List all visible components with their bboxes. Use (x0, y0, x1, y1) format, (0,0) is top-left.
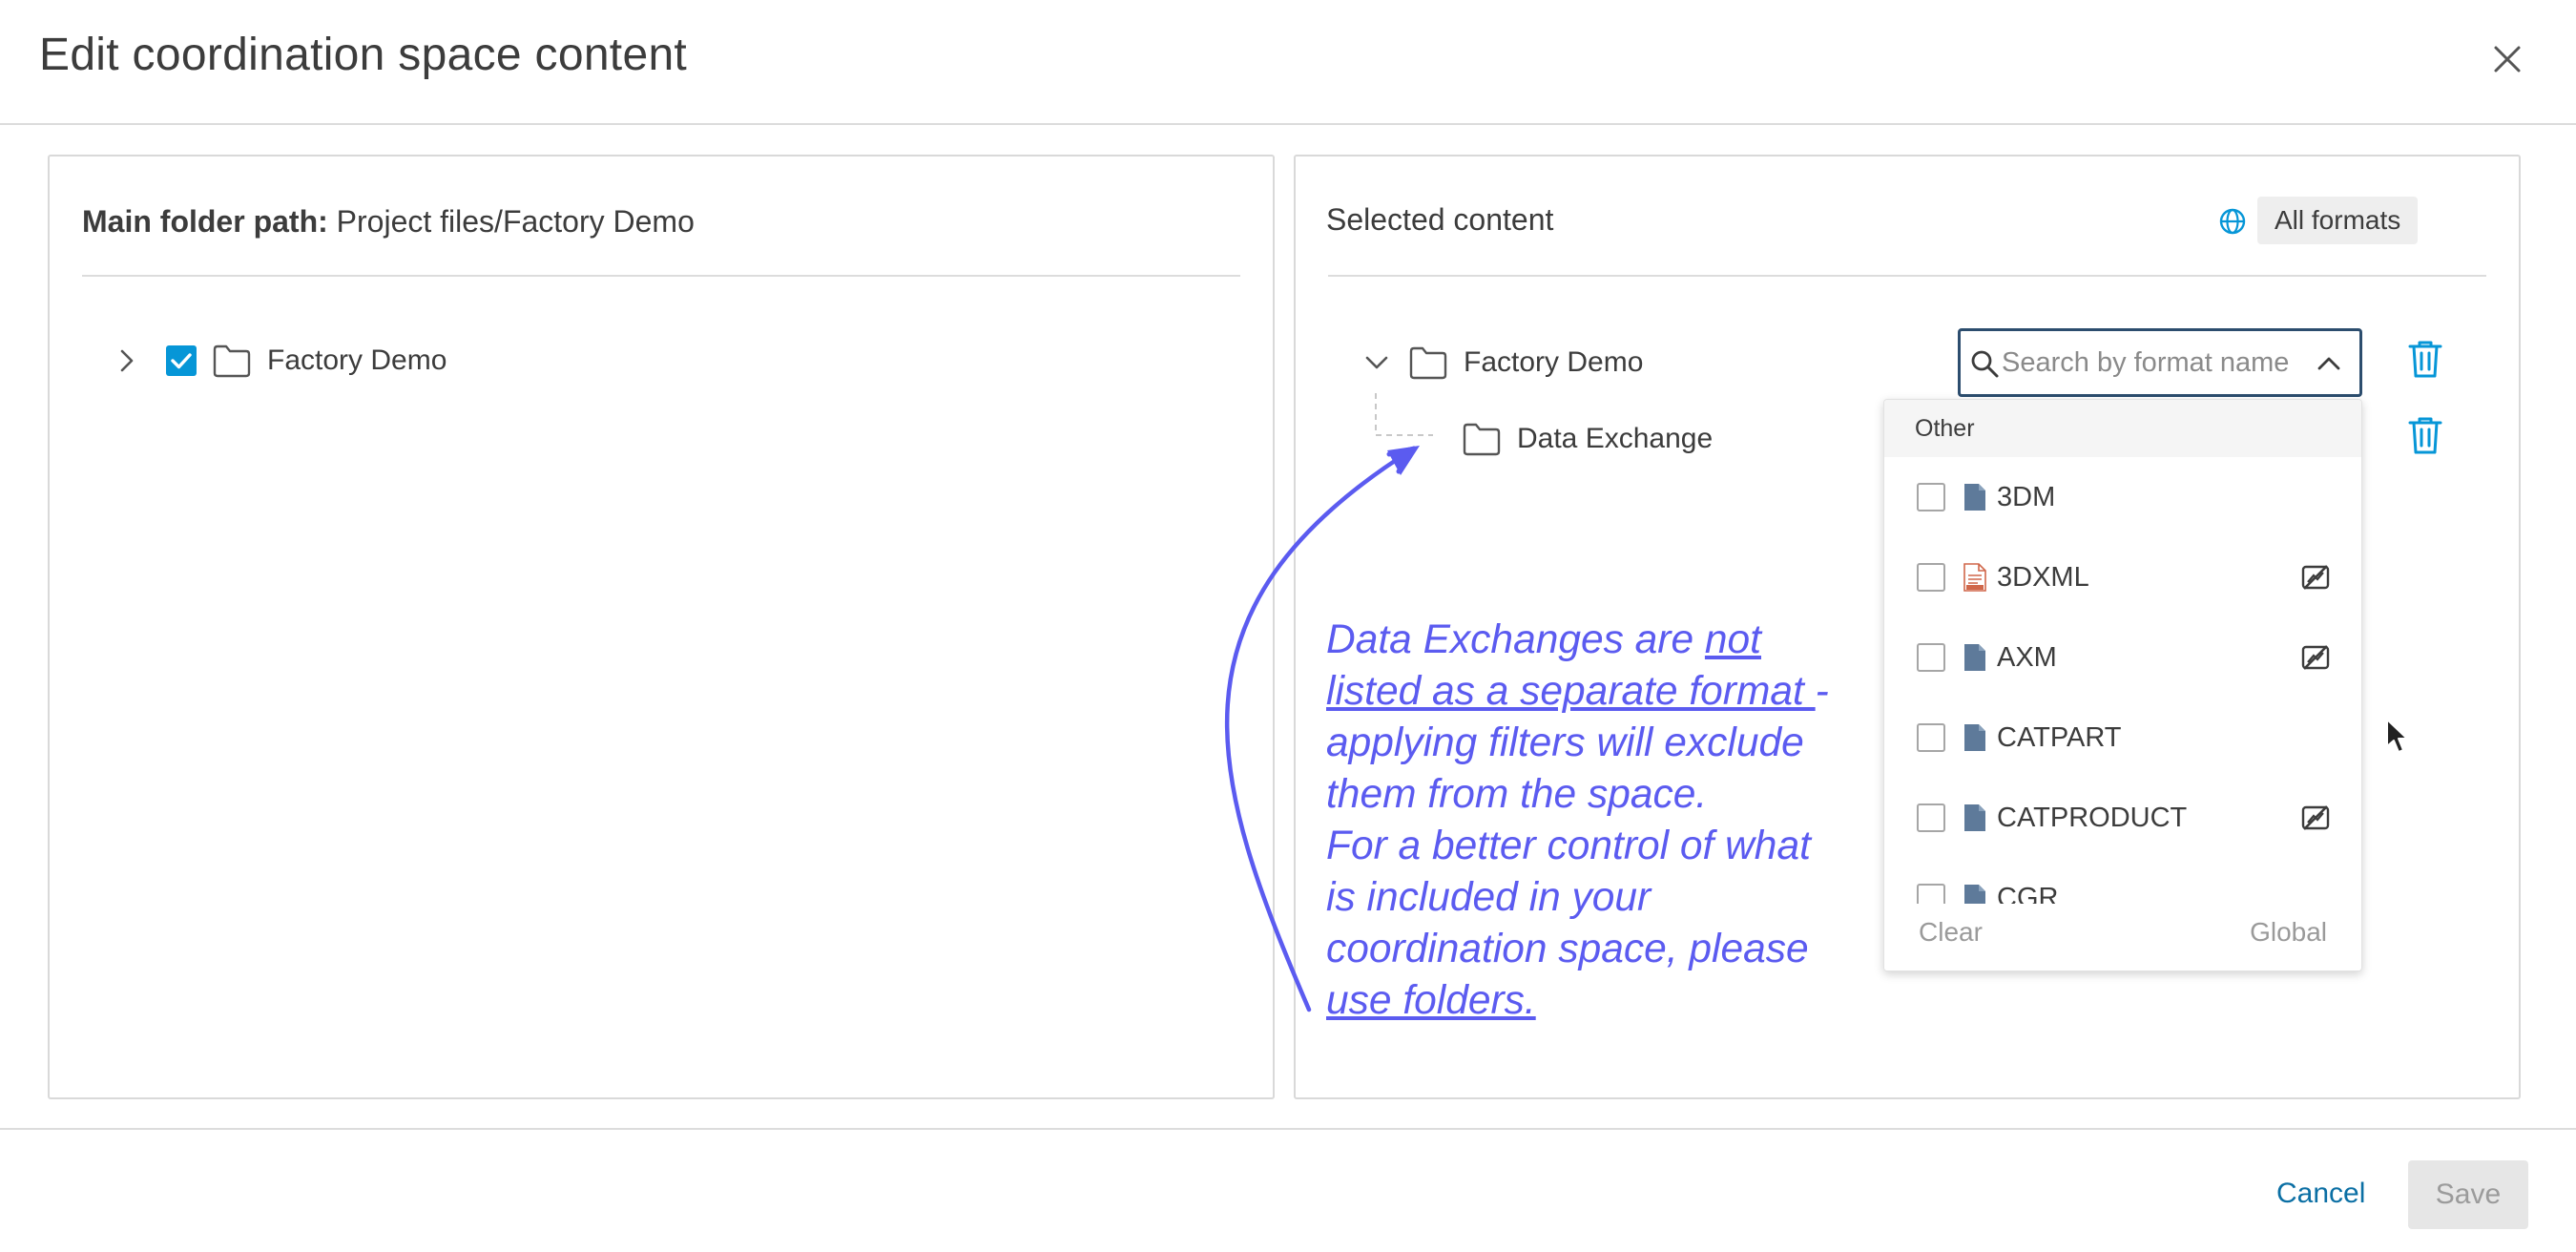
format-checkbox[interactable] (1917, 803, 1945, 832)
clear-button[interactable]: Clear (1919, 917, 1983, 948)
dropdown-footer: Clear Global (1884, 904, 2361, 970)
format-label: 3DM (1997, 481, 2056, 512)
annotation-text: use folders. (1326, 978, 1536, 1023)
annotation-text: coordination space, please (1326, 927, 1809, 971)
no-preview-icon (2301, 805, 2330, 830)
folder-icon (213, 344, 251, 378)
divider (1328, 275, 2486, 277)
annotation-text: not (1704, 617, 1761, 662)
folder-checkbox[interactable] (166, 345, 197, 376)
format-item-cgr[interactable]: CGR (1884, 858, 2361, 906)
annotation-text: applying filters will exclude (1326, 720, 1804, 765)
main-folder-path: Main folder path: Project files/Factory … (82, 204, 695, 240)
tree-item-label: Factory Demo (267, 344, 447, 376)
no-preview-icon (2301, 645, 2330, 670)
delete-factory-demo-trash-icon[interactable] (2406, 338, 2444, 380)
annotation-text: For a better control of what (1326, 824, 1811, 868)
format-item-3dxml[interactable]: 3DXML (1884, 537, 2361, 617)
file-icon (1964, 724, 1985, 751)
format-item-catproduct[interactable]: CATPRODUCT (1884, 778, 2361, 858)
chevron-down-icon[interactable] (1361, 346, 1393, 379)
folder-icon (1409, 346, 1447, 380)
document-icon (1963, 563, 1986, 592)
format-item-axm[interactable]: AXM (1884, 617, 2361, 698)
annotation-text: listed as a separate format (1326, 669, 1816, 714)
file-icon (1964, 484, 1985, 511)
annotation-text: them from the space. (1326, 772, 1708, 817)
search-icon (1971, 350, 1999, 378)
main-folder-path-label: Main folder path: (82, 204, 328, 239)
source-folder-panel: Main folder path: Project files/Factory … (48, 155, 1275, 1099)
annotation-text: - (1815, 669, 1829, 714)
format-label: CATPRODUCT (1997, 802, 2188, 833)
annotation-text: is included in your (1326, 875, 1652, 920)
format-label: CGR (1997, 882, 2059, 907)
divider (82, 275, 1240, 277)
folder-icon (1463, 423, 1501, 456)
format-label: 3DXML (1997, 561, 2089, 593)
footer-divider (0, 1128, 2576, 1130)
format-search-input[interactable] (2002, 340, 2305, 386)
format-checkbox[interactable] (1917, 884, 1945, 906)
close-icon[interactable] (2484, 36, 2530, 82)
format-checkbox[interactable] (1917, 563, 1945, 592)
file-icon (1964, 885, 1985, 906)
dialog-title: Edit coordination space content (39, 30, 688, 80)
file-icon (1964, 804, 1985, 831)
format-label: CATPART (1997, 721, 2122, 753)
format-checkbox[interactable] (1917, 483, 1945, 511)
annotation-text: Data Exchanges are (1326, 617, 1705, 662)
format-list[interactable]: 3DM 3DXML AXM CATPART CATPRODUCT CGR (1884, 457, 2361, 906)
globe-icon (2219, 208, 2246, 235)
main-folder-path-value: Project files/Factory Demo (336, 204, 695, 239)
selected-tree-item-data-exchange[interactable]: Data Exchange (1462, 422, 1713, 456)
format-item-3dm[interactable]: 3DM (1884, 457, 2361, 537)
cancel-button[interactable]: Cancel (2257, 1168, 2384, 1220)
tree-connector (1375, 393, 1433, 436)
chevron-up-icon[interactable] (2313, 347, 2345, 380)
file-icon (1964, 644, 1985, 671)
all-formats-chip[interactable]: All formats (2257, 197, 2419, 244)
checkmark-icon (171, 353, 192, 369)
global-button[interactable]: Global (2250, 917, 2327, 948)
dropdown-group-header: Other (1884, 400, 2361, 457)
tree-item-label: Factory Demo (1464, 346, 1644, 378)
chevron-right-icon[interactable] (111, 344, 143, 377)
format-item-catpart[interactable]: CATPART (1884, 698, 2361, 778)
delete-data-exchange-trash-icon[interactable] (2406, 414, 2444, 456)
selected-content-title: Selected content (1326, 202, 1554, 237)
save-button[interactable]: Save (2408, 1160, 2528, 1229)
selected-tree-item-factory-demo[interactable]: Factory Demo (1361, 345, 1643, 380)
format-checkbox[interactable] (1917, 643, 1945, 672)
mouse-cursor-icon (2386, 719, 2408, 753)
tree-item-label: Data Exchange (1517, 423, 1714, 454)
format-checkbox[interactable] (1917, 723, 1945, 752)
tree-item-factory-demo[interactable]: Factory Demo (111, 344, 447, 378)
format-label: AXM (1997, 641, 2057, 673)
dialog-header: Edit coordination space content (0, 0, 2576, 125)
annotation-note: Data Exchanges are not listed as a separ… (1326, 615, 1880, 1027)
no-preview-icon (2301, 565, 2330, 590)
format-dropdown: Other 3DM 3DXML AXM CATPART CATPRODUCT C… (1883, 399, 2362, 971)
